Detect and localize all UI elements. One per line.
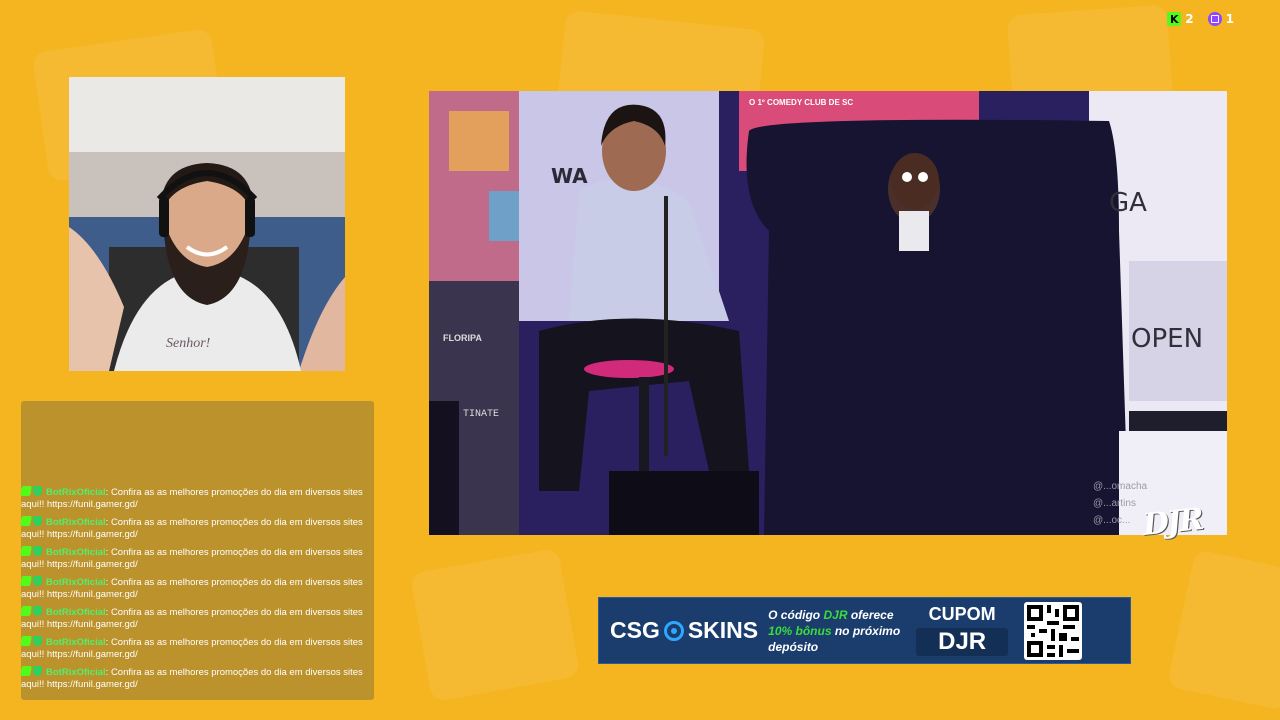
bot-badge-icon bbox=[20, 606, 32, 616]
sponsor-line1-post: oferece bbox=[847, 607, 894, 622]
sponsor-bonus: 10% bônus bbox=[768, 623, 832, 638]
chat-message: BotRixOficial: Confira as as melhores pr… bbox=[20, 576, 363, 600]
moderator-badge-icon bbox=[33, 546, 42, 556]
sponsor-brand: CSG SKINS bbox=[610, 617, 758, 644]
bot-badge-icon bbox=[20, 666, 32, 676]
chat-message: BotRixOficial: Confira as as melhores pr… bbox=[20, 606, 363, 630]
chat-username: BotRixOficial bbox=[46, 577, 106, 588]
chat-username: BotRixOficial bbox=[46, 607, 106, 618]
kick-icon: K bbox=[1167, 12, 1182, 26]
chat-username: BotRixOficial bbox=[46, 487, 106, 498]
coupon-label: CUPOM bbox=[928, 603, 996, 624]
sponsor-line3: depósito bbox=[768, 639, 819, 654]
moderator-badge-icon bbox=[33, 486, 42, 496]
sponsor-line1-pre: O código bbox=[768, 607, 824, 622]
bot-badge-icon bbox=[20, 576, 32, 586]
main-video: O 1º COMEDY CLUB DE SC WA GA OPEN FLORIP… bbox=[429, 91, 1227, 535]
bot-badge-icon bbox=[20, 546, 32, 556]
viewer-counts: K 2 1 bbox=[1167, 12, 1234, 26]
sponsor-line1-code: DJR bbox=[823, 607, 848, 622]
chat-username: BotRixOficial bbox=[46, 517, 106, 528]
sponsor-line2-post: no próximo bbox=[831, 623, 901, 638]
sponsor-banner: CSG SKINS O código DJR oferece 10% bônus… bbox=[598, 597, 1131, 664]
sponsor-text: O código DJR oferece 10% bônus no próxim… bbox=[768, 607, 904, 655]
moderator-badge-icon bbox=[33, 636, 42, 646]
stand-logo: FLORIPA bbox=[443, 333, 482, 343]
chat-username: BotRixOficial bbox=[46, 667, 106, 678]
video-credit-3: @...oc... bbox=[1093, 515, 1130, 526]
video-credit-2: @...artins bbox=[1093, 498, 1136, 509]
twitch-icon bbox=[1207, 12, 1222, 26]
shirt-text: Senhor! bbox=[166, 336, 211, 351]
qr-code-icon bbox=[1024, 601, 1083, 660]
wall-text-left: WA bbox=[551, 164, 588, 188]
bg-tile bbox=[409, 547, 581, 703]
bot-badge-icon bbox=[20, 516, 32, 526]
chat-message: BotRixOficial: Confira as as melhores pr… bbox=[20, 636, 363, 660]
webcam-feed: Senhor! bbox=[69, 77, 345, 371]
chat-message: BotRixOficial: Confira as as melhores pr… bbox=[20, 666, 363, 690]
moderator-badge-icon bbox=[33, 606, 42, 616]
wall-text-right: GA bbox=[1109, 188, 1147, 218]
moderator-badge-icon bbox=[33, 516, 42, 526]
chat-message: BotRixOficial: Confira as as melhores pr… bbox=[20, 516, 363, 540]
video-credit-1: @...omacha bbox=[1093, 481, 1148, 492]
kick-viewers: K 2 bbox=[1167, 12, 1194, 26]
chat-message-list: BotRixOficial: Confira as as melhores pr… bbox=[20, 486, 374, 696]
djr-logo: DJR bbox=[1141, 502, 1204, 543]
wall-text-open: OPEN bbox=[1131, 324, 1203, 354]
chat-panel: BotRixOficial: Confira as as melhores pr… bbox=[20, 401, 374, 700]
bot-badge-icon bbox=[20, 486, 32, 496]
banner-top-text: O 1º COMEDY CLUB DE SC bbox=[749, 98, 853, 107]
sponsor-brand-left: CSG bbox=[610, 617, 660, 643]
webcam-image: Senhor! bbox=[69, 77, 345, 371]
stand-plate: TINATE bbox=[463, 409, 499, 420]
moderator-badge-icon bbox=[33, 666, 42, 676]
main-video-image: O 1º COMEDY CLUB DE SC WA GA OPEN FLORIP… bbox=[429, 91, 1227, 535]
twitch-viewers: 1 bbox=[1207, 12, 1234, 26]
coupon-code: DJR bbox=[916, 627, 1009, 656]
bg-tile bbox=[1166, 549, 1280, 711]
kick-viewer-count: 2 bbox=[1185, 12, 1194, 26]
chat-username: BotRixOficial bbox=[46, 637, 106, 648]
sponsor-brand-right: SKINS bbox=[687, 617, 759, 643]
chat-username: BotRixOficial bbox=[46, 547, 106, 558]
coupon-box: CUPOM DJR bbox=[910, 602, 1014, 660]
chat-message: BotRixOficial: Confira as as melhores pr… bbox=[20, 486, 363, 510]
crosshair-icon bbox=[663, 620, 684, 641]
chat-message: BotRixOficial: Confira as as melhores pr… bbox=[20, 546, 363, 570]
bot-badge-icon bbox=[20, 636, 32, 646]
twitch-viewer-count: 1 bbox=[1225, 12, 1234, 26]
moderator-badge-icon bbox=[33, 576, 42, 586]
